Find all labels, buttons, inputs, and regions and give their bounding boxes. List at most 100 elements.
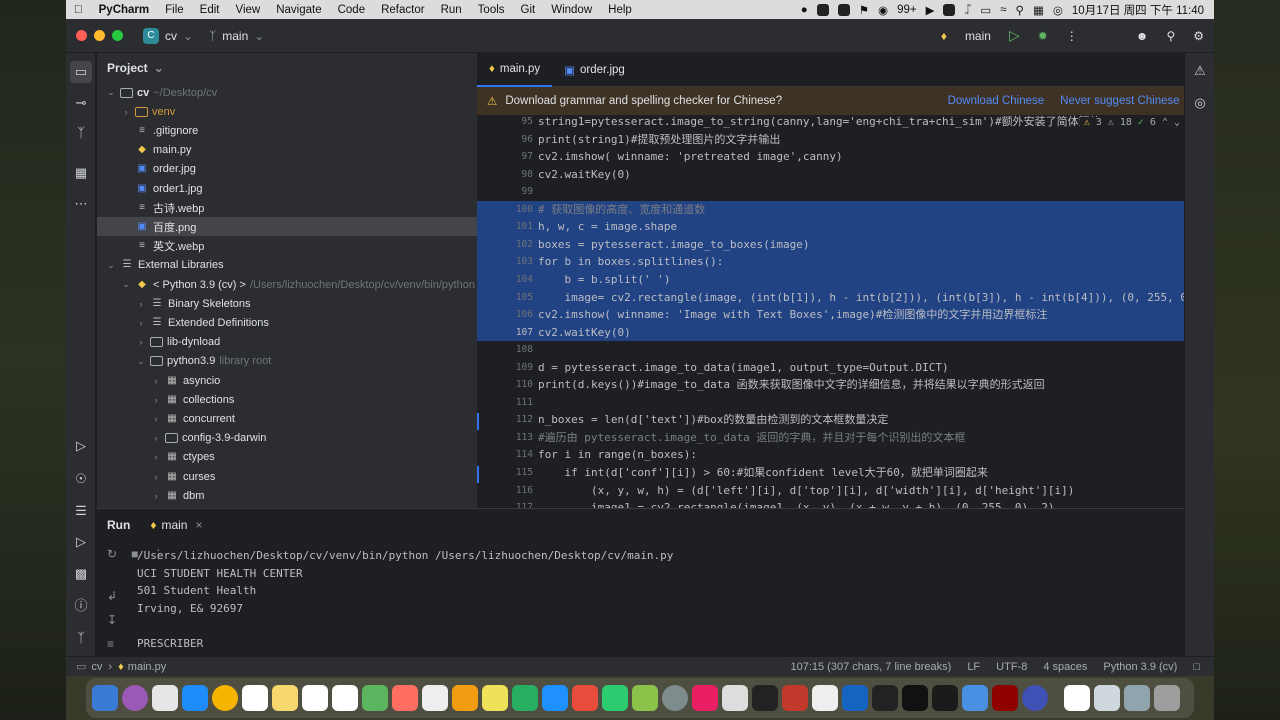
chevron-right-icon[interactable]: ›	[135, 299, 147, 309]
vcs-change-marker[interactable]	[477, 413, 479, 431]
indent-setting[interactable]: 4 spaces	[1043, 661, 1087, 673]
download-chinese-link[interactable]: Download Chinese	[948, 95, 1045, 107]
git-branch-widget[interactable]: main	[222, 29, 248, 43]
git-icon[interactable]: ᛉ	[73, 630, 89, 646]
rerun-icon[interactable]: ↻	[107, 547, 117, 561]
wifi-icon[interactable]: ≈	[1000, 4, 1006, 16]
menubar-clock[interactable]: 10月17日 周四 下午 11:40	[1072, 2, 1204, 18]
control-center-icon[interactable]: ▦	[1033, 3, 1044, 17]
tree-item[interactable]: ▣ 百度.png	[97, 217, 477, 237]
tree-item[interactable]: › ☰ Extended Definitions	[97, 313, 477, 332]
notes-icon[interactable]	[272, 685, 298, 711]
word-icon[interactable]	[842, 685, 868, 711]
notif-count[interactable]: 99+	[897, 4, 917, 16]
app-red-icon[interactable]	[992, 685, 1018, 711]
bluetooth-icon[interactable]: ᛢ	[964, 4, 971, 16]
code-line[interactable]: 102 boxes = pytesseract.image_to_boxes(im…	[477, 235, 1214, 254]
ai-assistant-icon[interactable]: ◎	[1192, 95, 1208, 111]
wechat-dock-icon[interactable]	[602, 685, 628, 711]
pycharm-2-icon[interactable]	[932, 685, 958, 711]
project-panel-header[interactable]: Project ⌄	[97, 53, 477, 83]
tree-item[interactable]: ▣ order1.jpg	[97, 179, 477, 198]
python-packages-icon[interactable]: ☉	[73, 471, 89, 487]
chevron-right-icon[interactable]: ›	[135, 318, 147, 328]
scroll-end-icon[interactable]: ↧	[107, 613, 117, 627]
downloads-icon[interactable]	[1094, 685, 1120, 711]
maps-icon[interactable]	[362, 685, 388, 711]
tray-alert-icon[interactable]: ⚑	[859, 3, 869, 17]
music-app-icon[interactable]	[692, 685, 718, 711]
close-window-button[interactable]	[76, 30, 87, 41]
project-folder-icon[interactable]: ▭	[70, 61, 92, 83]
calendar-icon[interactable]	[242, 685, 268, 711]
account-icon[interactable]: ☻	[1136, 29, 1149, 43]
freeform-icon[interactable]	[302, 685, 328, 711]
textedit-icon[interactable]	[812, 685, 838, 711]
app-store-icon[interactable]	[182, 685, 208, 711]
chevron-right-icon[interactable]: ›	[150, 395, 162, 405]
code-line[interactable]: 109 d = pytesseract.image_to_data(image1,…	[477, 359, 1214, 377]
chrome-icon[interactable]	[212, 685, 238, 711]
stickies-icon[interactable]	[482, 685, 508, 711]
menu-navigate[interactable]: Navigate	[268, 4, 329, 16]
code-line[interactable]: 106 cv2.imshow( winname: 'Image with Text…	[477, 306, 1214, 324]
siri-dock-icon[interactable]	[122, 685, 148, 711]
code-line[interactable]: 98 cv2.waitKey(0)	[477, 166, 1214, 184]
chevron-right-icon[interactable]: ›	[120, 107, 132, 117]
code-line[interactable]: 117 image1 = cv2.rectangle(image1, (x, y…	[477, 499, 1214, 508]
notifications-icon[interactable]: ⚠	[1192, 63, 1208, 79]
run-icon[interactable]: ▷	[1009, 27, 1020, 44]
zoom-window-button[interactable]	[112, 30, 123, 41]
pages-orange-icon[interactable]	[452, 685, 478, 711]
tree-item[interactable]: ≡ 英文.webp	[97, 237, 477, 256]
tree-item[interactable]: › venv	[97, 102, 477, 121]
tree-item[interactable]: › ▦ curses	[97, 467, 477, 486]
code-line[interactable]: 107 cv2.waitKey(0)	[477, 323, 1214, 342]
tray-app-icon-2[interactable]	[837, 3, 850, 16]
code-line[interactable]: 113 #遍历由 pytesseract.image_to_data 返回的字典，…	[477, 429, 1214, 447]
pycharm-dock-icon[interactable]	[872, 685, 898, 711]
tree-item[interactable]: › ▦ concurrent	[97, 409, 477, 428]
problems-icon[interactable]: ⓘ	[73, 598, 89, 614]
intellij-icon[interactable]	[902, 685, 928, 711]
trash-icon[interactable]	[1154, 685, 1180, 711]
menu-view[interactable]: View	[227, 4, 268, 16]
chevron-down-icon[interactable]: ⌄	[1174, 117, 1180, 128]
chevron-right-icon[interactable]: ›	[150, 433, 162, 443]
tree-item[interactable]: › ▦ dbm	[97, 486, 477, 505]
menu-app-name[interactable]: PyCharm	[91, 4, 158, 16]
code-line[interactable]: 101 h, w, c = image.shape	[477, 218, 1214, 236]
tray-app-icon[interactable]	[816, 3, 829, 16]
wps-icon[interactable]	[1064, 685, 1090, 711]
more-tools-icon[interactable]: ⋯	[73, 196, 89, 212]
terminal-dock-icon[interactable]	[752, 685, 778, 711]
code-line[interactable]: 110 print(d.keys())#image_to_data 函数来获取图像…	[477, 376, 1214, 394]
chevron-down-icon[interactable]: ⌄	[105, 87, 117, 98]
game-icon[interactable]	[632, 685, 658, 711]
settings-gear-icon[interactable]: ⚙	[1193, 29, 1204, 43]
code-editor[interactable]: 95 string1=pytesseract.image_to_string(ca…	[477, 115, 1214, 508]
project-badge[interactable]: C	[143, 27, 159, 44]
menu-edit[interactable]: Edit	[192, 4, 228, 16]
code-line[interactable]: 108	[477, 341, 1214, 359]
app-bird-icon[interactable]	[1022, 685, 1048, 711]
search-everywhere-icon[interactable]: ⚲	[1166, 29, 1175, 43]
menu-window[interactable]: Window	[543, 4, 600, 16]
breadcrumb-project[interactable]: cv	[91, 661, 102, 673]
commit-icon[interactable]: ⊸	[73, 95, 89, 111]
chevron-up-icon[interactable]: ⌃	[1162, 117, 1168, 128]
lock-icon[interactable]: □	[1193, 661, 1200, 673]
run-tab-main[interactable]: main	[161, 518, 187, 532]
structure-icon[interactable]: ▦	[73, 165, 89, 181]
code-line[interactable]: 96 print(string1)#提取预处理图片的文字并输出	[477, 131, 1214, 149]
numbers-icon[interactable]	[512, 685, 538, 711]
chevron-right-icon[interactable]: ›	[150, 452, 162, 462]
vcs-change-marker[interactable]	[477, 466, 479, 483]
code-line[interactable]: 116 (x, y, w, h) = (d['left'][i], d['top…	[477, 482, 1214, 500]
tree-item[interactable]: ⌄ ☰ External Libraries	[97, 256, 477, 275]
tree-item[interactable]: › ▦ asyncio	[97, 371, 477, 390]
tree-item[interactable]: ⌄ ◆ < Python 3.9 (cv) >/Users/lizhuochen/D…	[97, 275, 477, 294]
caret-position[interactable]: 107:15 (307 chars, 7 line breaks)	[790, 661, 951, 673]
record-icon[interactable]: ●	[801, 4, 808, 16]
search-icon[interactable]: ⚲	[1016, 3, 1024, 17]
